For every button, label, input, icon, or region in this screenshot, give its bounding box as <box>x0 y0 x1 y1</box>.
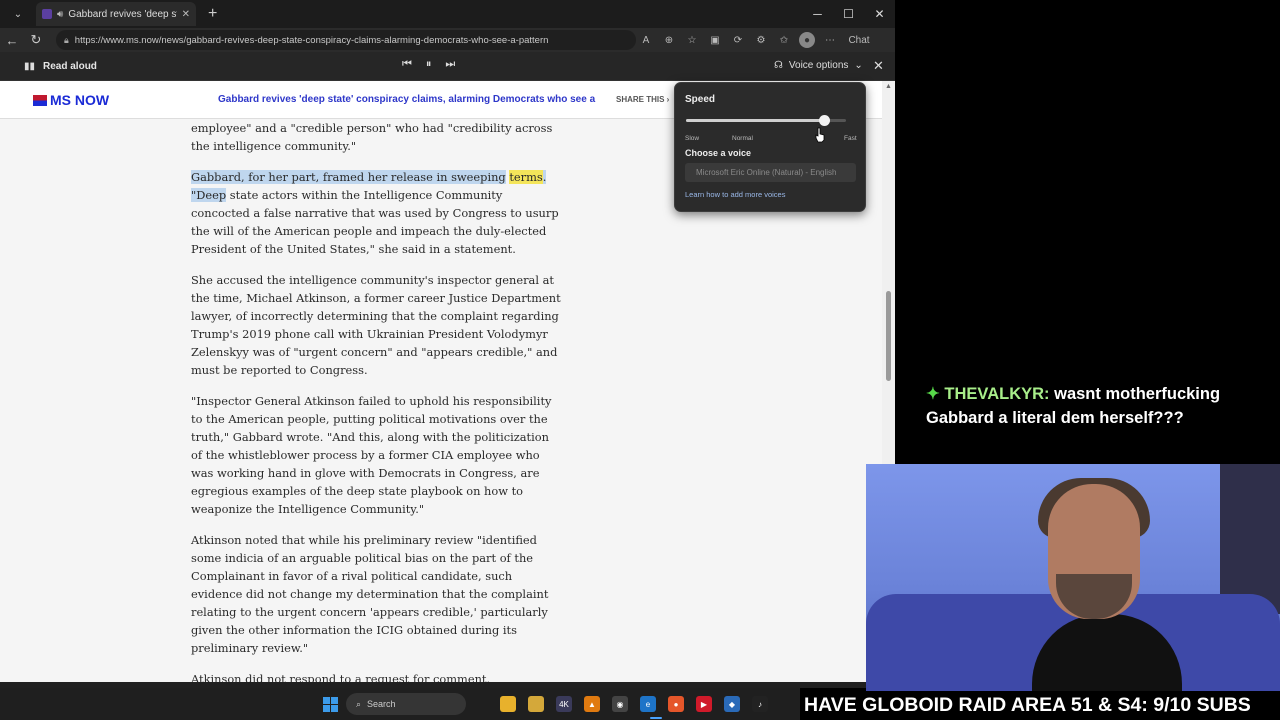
favorite-star-icon[interactable]: ☆ <box>684 32 700 48</box>
refresh-icon[interactable]: ↻ <box>24 32 48 48</box>
vlc-icon[interactable]: ▲ <box>584 696 600 712</box>
window-controls: ─ ☐ ✕ <box>802 0 895 28</box>
site-favicon-icon <box>42 9 52 19</box>
speed-slider-handle[interactable] <box>818 115 830 126</box>
back-icon[interactable]: ← <box>0 33 24 48</box>
read-aloud-label: Read aloud <box>43 60 97 72</box>
paragraph-current: Gabbard, for her part, framed her releas… <box>191 168 561 258</box>
toolbar-icons: A ⊕ ☆ ▣ ⟳ ⚙ ✩ ● ⋯ Chat <box>638 30 870 50</box>
learn-more-voices-link[interactable]: Learn how to add more voices <box>685 190 785 199</box>
edge-icon[interactable]: e <box>640 696 656 712</box>
read-aloud-icon[interactable]: A <box>638 32 654 48</box>
chat-username: THEVALKYR: <box>944 385 1050 403</box>
url-text: https://www.ms.now/news/gabbard-revives-… <box>74 34 549 46</box>
speed-slider[interactable] <box>686 115 846 126</box>
search-label: Search <box>367 699 396 709</box>
highlighted-sentence: Gabbard, for her part, framed her releas… <box>191 170 506 184</box>
new-tab-icon[interactable]: + <box>208 5 217 23</box>
scroll-up-icon[interactable]: ▲ <box>885 83 892 90</box>
badge-icon: ✦ <box>926 385 940 403</box>
taskbar-apps: 4K ▲ ◉ e ● ▶ ◆ ♪ <box>500 696 768 712</box>
screen: ⌄ 🔊︎ Gabbard revives 'deep state' c ✕ + … <box>0 0 1280 720</box>
browser-window: ⌄ 🔊︎ Gabbard revives 'deep state' c ✕ + … <box>0 0 895 688</box>
article-body: employee" and a "credible person" who ha… <box>191 119 561 682</box>
scrollbar-thumb[interactable] <box>886 291 891 381</box>
speed-normal-label: Normal <box>732 135 753 142</box>
obs-icon[interactable]: ◉ <box>612 696 628 712</box>
share-button[interactable]: SHARE THIS › <box>616 95 669 104</box>
address-bar[interactable]: 🔒︎ https://www.ms.now/news/gabbard-reviv… <box>56 30 636 50</box>
maximize-icon[interactable]: ☐ <box>833 0 864 28</box>
search-icon: ⌕ <box>356 698 362 709</box>
chevron-down-icon: ⌄ <box>854 60 863 71</box>
paragraph-rest: state actors within the Intelligence Com… <box>191 188 559 256</box>
close-tab-icon[interactable]: ✕ <box>182 9 190 20</box>
paragraph: She accused the intelligence community's… <box>191 273 561 377</box>
speed-fast-label: Fast <box>844 135 857 142</box>
start-icon[interactable] <box>323 697 338 712</box>
4k-app-icon[interactable]: 4K <box>556 696 572 712</box>
voice-select-value: Microsoft Eric Online (Natural) - Englis… <box>696 168 837 177</box>
read-aloud-bar: ▮▮ Read aloud ⏮ ⏸ ⏭ ☊ Voice options ⌄ ✕ <box>0 52 895 81</box>
close-read-aloud-icon[interactable]: ✕ <box>873 58 884 74</box>
stream-goal-banner: HAVE GLOBOID RAID AREA 51 & S4: 9/10 SUB… <box>800 691 1280 720</box>
chat-label: Chat <box>848 34 870 46</box>
stream-chat-message: ✦ THEVALKYR: wasnt motherfucking Gabbard… <box>926 382 1266 430</box>
tiktok-icon[interactable]: ♪ <box>752 696 768 712</box>
playback-controls: ⏮ ⏸ ⏭ <box>402 58 455 71</box>
speed-slow-label: Slow <box>685 135 700 142</box>
paragraph: Atkinson noted that while his preliminar… <box>191 533 549 655</box>
voice-options-label: Voice options <box>788 60 849 71</box>
lock-icon[interactable]: 🔒︎ <box>64 35 69 46</box>
current-word: terms <box>509 170 543 184</box>
paragraph: employee" and a "credible person" who ha… <box>191 121 553 153</box>
hand-cursor-icon <box>815 127 825 143</box>
choose-voice-label: Choose a voice <box>685 148 752 158</box>
logo-text: MS NOW <box>50 92 110 108</box>
active-app-indicator <box>650 717 662 719</box>
youtube-icon[interactable]: ▶ <box>696 696 712 712</box>
taskbar-search[interactable]: ⌕ Search <box>346 693 466 715</box>
pause-icon[interactable]: ⏸ <box>426 58 432 71</box>
paragraph: "Inspector General Atkinson failed to up… <box>191 394 552 516</box>
voice-select[interactable]: Microsoft Eric Online (Natural) - Englis… <box>685 163 856 182</box>
vscode-icon[interactable]: ◆ <box>724 696 740 712</box>
speed-label: Speed <box>685 94 716 105</box>
tab-active[interactable]: 🔊︎ Gabbard revives 'deep state' c ✕ <box>36 2 196 26</box>
speaker-icon[interactable]: 🔊︎ <box>57 9 63 20</box>
read-aloud-bars-icon: ▮▮ <box>24 60 36 72</box>
tab-actions-menu-icon[interactable]: ⌄ <box>6 4 30 24</box>
taskbar: ⌕ Search 4K ▲ ◉ e ● ▶ ◆ ♪ <box>0 688 800 720</box>
tab-bar: ⌄ 🔊︎ Gabbard revives 'deep state' c ✕ + … <box>0 0 895 28</box>
webcam-feed <box>866 464 1280 692</box>
performance-icon[interactable]: ⚙ <box>753 32 769 48</box>
next-icon[interactable]: ⏭ <box>445 58 455 71</box>
header-article-title: Gabbard revives 'deep state' conspiracy … <box>218 94 598 105</box>
webcam-shelf <box>1220 464 1280 614</box>
address-bar-row: ← ↻ 🔒︎ https://www.ms.now/news/gabbard-r… <box>0 28 895 52</box>
app-icon[interactable] <box>528 696 544 712</box>
file-explorer-icon[interactable] <box>500 696 516 712</box>
voice-options-popup: Speed Slow Normal Fast Choose a voice Mi… <box>674 82 866 212</box>
paragraph: Atkinson did not respond to a request fo… <box>191 672 491 682</box>
tab-title: Gabbard revives 'deep state' c <box>68 8 177 20</box>
previous-icon[interactable]: ⏮ <box>402 58 412 71</box>
site-logo[interactable]: MS NOW <box>33 92 109 108</box>
close-window-icon[interactable]: ✕ <box>864 0 895 28</box>
minimize-icon[interactable]: ─ <box>802 0 833 28</box>
more-menu-icon[interactable]: ⋯ <box>822 32 838 48</box>
sync-icon[interactable]: ⟳ <box>730 32 746 48</box>
briefcase-icon[interactable]: ▣ <box>707 32 723 48</box>
voice-icon: ☊ <box>774 60 783 71</box>
profile-avatar[interactable]: ● <box>799 32 815 48</box>
firefox-icon[interactable]: ● <box>668 696 684 712</box>
copilot-chat-button[interactable]: Chat <box>848 32 870 48</box>
collections-icon[interactable]: ✩ <box>776 32 792 48</box>
share-label: SHARE THIS <box>616 95 665 104</box>
flag-icon <box>33 94 47 106</box>
speed-slider-fill <box>686 119 824 122</box>
extensions-icon[interactable]: ⊕ <box>661 32 677 48</box>
voice-options-button[interactable]: ☊ Voice options ⌄ <box>774 60 863 71</box>
